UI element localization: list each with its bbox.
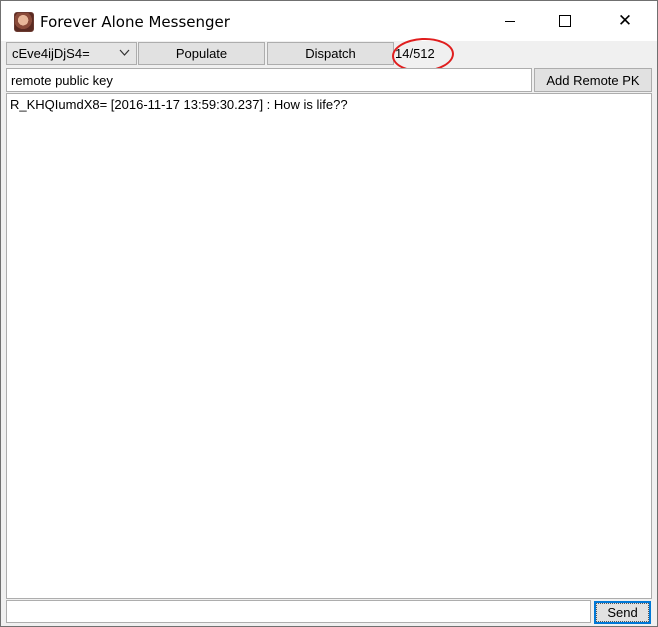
remote-pk-row: Add Remote PK	[6, 68, 652, 92]
populate-button[interactable]: Populate	[138, 42, 265, 65]
window-title: Forever Alone Messenger	[40, 13, 230, 31]
add-remote-pk-button[interactable]: Add Remote PK	[534, 68, 652, 92]
remote-public-key-input[interactable]	[6, 68, 532, 92]
title-bar[interactable]: Forever Alone Messenger ✕	[1, 1, 657, 41]
maximize-icon	[559, 15, 571, 27]
key-select-value: cEve4ijDjS4=	[12, 46, 90, 61]
send-button-label: Send	[596, 603, 649, 622]
close-button[interactable]: ✕	[602, 1, 648, 41]
close-icon: ✕	[617, 11, 633, 31]
app-window: Forever Alone Messenger ✕ cEve4ijDjS4= P…	[0, 0, 658, 627]
message-log[interactable]: R_KHQIumdX8= [2016-11-17 13:59:30.237] :…	[6, 93, 652, 599]
maximize-button[interactable]	[542, 1, 588, 41]
app-icon	[14, 12, 34, 32]
minimize-button[interactable]	[487, 1, 533, 41]
toolbar: cEve4ijDjS4= Populate Dispatch 14/512	[6, 36, 652, 74]
dispatch-button[interactable]: Dispatch	[267, 42, 394, 65]
compose-input[interactable]	[6, 600, 591, 623]
message-line: R_KHQIumdX8= [2016-11-17 13:59:30.237] :…	[10, 97, 348, 112]
key-select[interactable]: cEve4ijDjS4=	[6, 42, 137, 65]
minimize-icon	[505, 20, 515, 22]
chevron-down-icon	[119, 47, 130, 61]
send-button[interactable]: Send	[594, 601, 651, 624]
